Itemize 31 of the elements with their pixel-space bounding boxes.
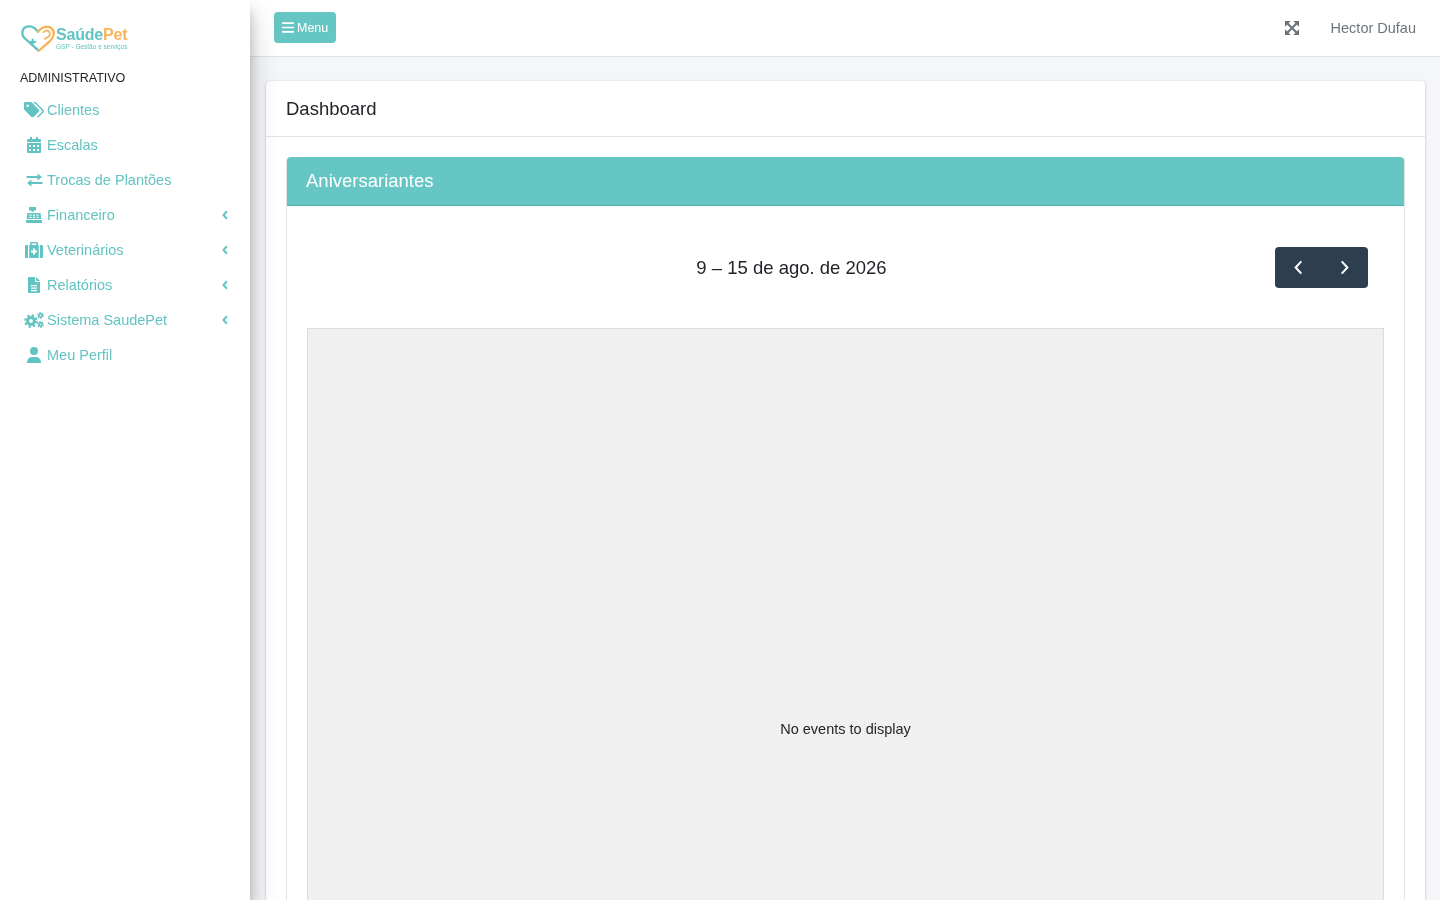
- sidebar-link[interactable]: Trocas de Plantões: [0, 162, 250, 197]
- menu-icon: [282, 22, 294, 33]
- calendar-date-range: 9 – 15 de ago. de 2026: [696, 256, 887, 279]
- document-icon: [28, 276, 40, 293]
- sidebar-link[interactable]: Meu Perfil: [0, 337, 250, 372]
- previous-week-button[interactable]: [1275, 247, 1322, 288]
- tag-icon: [24, 101, 44, 118]
- sidebar-link[interactable]: Financeiro: [0, 197, 250, 232]
- user-icon: [27, 346, 41, 363]
- calendar-icon: [27, 136, 41, 153]
- section-heading: ADMINISTRATIVO: [19, 70, 127, 86]
- menu-button[interactable]: Menu: [274, 12, 337, 43]
- chevron-left-icon: [1293, 260, 1304, 275]
- sidebar-link[interactable]: Escalas: [0, 127, 250, 162]
- sidebar-link[interactable]: Relatórios: [0, 267, 250, 302]
- page-title: Dashboard: [286, 97, 377, 120]
- logo-text: SaúdePet: [56, 25, 128, 43]
- cash-register-icon: [26, 206, 42, 223]
- medical-kit-icon: [25, 241, 43, 258]
- sidebar-link[interactable]: Veterinários: [0, 232, 250, 267]
- sidebar-link[interactable]: Sistema SaudePet: [0, 302, 250, 337]
- empty-message: No events to display: [780, 721, 911, 737]
- user-name-link[interactable]: Hector Dufau: [1330, 20, 1416, 36]
- fullscreen-icon[interactable]: [1284, 21, 1299, 35]
- gears-icon: [24, 311, 44, 328]
- sidebar-link[interactable]: Clientes: [0, 92, 250, 127]
- exchange-arrows-icon: [25, 172, 43, 187]
- panel-title: Aniversariantes: [306, 170, 434, 192]
- logo-icon: [20, 23, 56, 53]
- next-week-button[interactable]: [1321, 247, 1368, 288]
- chevron-right-icon: [1339, 260, 1350, 275]
